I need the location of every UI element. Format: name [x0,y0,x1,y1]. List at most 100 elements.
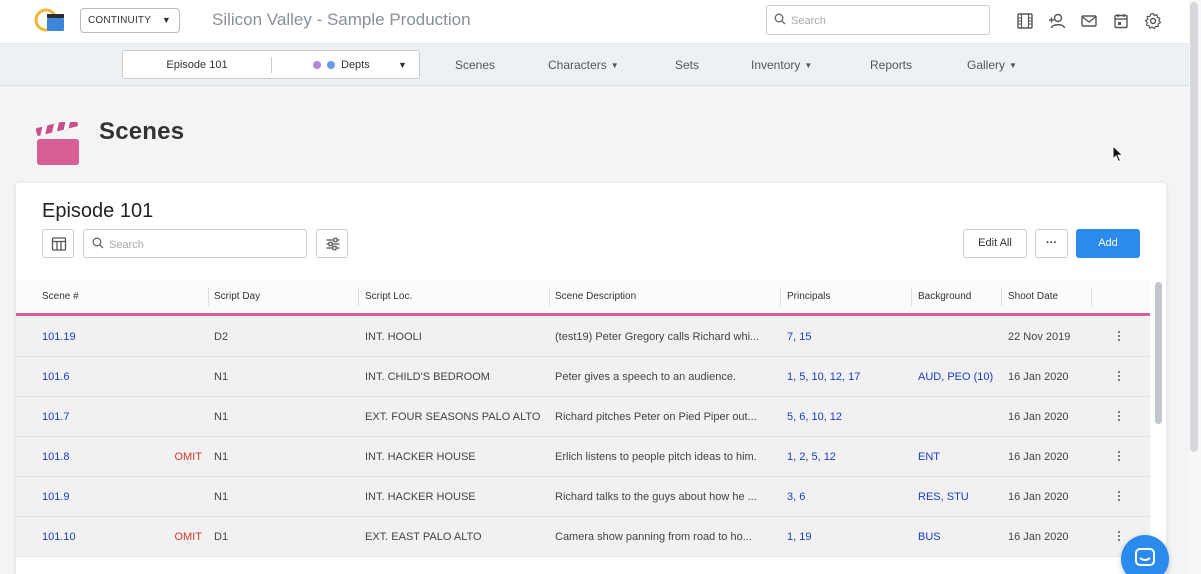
nav-scenes-label: Scenes [455,58,496,72]
table-row[interactable]: 101.8 OMIT N1 INT. HACKER HOUSE Erlich liste… [16,437,1150,477]
table-row[interactable]: 101.19 D2 INT. HOOLI (test19) Peter Gregory… [16,317,1150,357]
column-divider[interactable] [911,288,912,306]
cell-principals[interactable]: 1, 2, 5, 12 [787,451,907,463]
window-scroll-thumb[interactable] [1190,2,1198,452]
chevron-down-icon: ▼ [398,60,407,70]
dept-dot-icon [327,61,335,69]
cell-background[interactable]: RES, STU [918,491,998,503]
clapperboard-icon [35,122,79,165]
column-header-scene[interactable]: Scene # [42,291,79,302]
nav-characters-label: Characters [548,58,607,72]
cell-script-loc: INT. HACKER HOUSE [365,491,476,503]
table-scroll-thumb[interactable] [1155,282,1162,424]
nav-inventory-label: Inventory [751,58,801,72]
omit-badge: OMIT [174,531,203,543]
cell-scene-number[interactable]: 101.6 [42,371,172,383]
table-row[interactable]: 101.7 N1 EXT. FOUR SEASONS PALO ALTO Richar… [16,397,1150,437]
cell-description: Camera show panning from road to ho... [555,531,752,543]
cell-description: Peter gives a speech to an audience. [555,371,737,383]
column-header-background[interactable]: Background [918,291,971,302]
column-divider[interactable] [208,288,209,306]
nav-reports-label: Reports [870,58,913,72]
column-divider[interactable] [549,288,550,306]
column-divider[interactable] [1001,288,1002,306]
nav-scenes[interactable]: Scenes [455,58,495,72]
row-menu-icon[interactable] [1117,331,1121,345]
cell-principals[interactable]: 1, 19 [787,531,907,543]
cell-background[interactable]: BUS [918,531,998,543]
cell-description: Richard pitches Peter on Pied Piper out.… [555,411,757,423]
episode-dept-select[interactable]: Episode 101 Depts ▼ [122,50,420,79]
cell-background[interactable]: AUD, PEO (10) [918,371,998,383]
cell-scene-number[interactable]: 101.19 [42,331,172,343]
nav-inventory[interactable]: Inventory ▼ [751,58,812,72]
row-menu-icon[interactable] [1117,491,1121,505]
nav-characters[interactable]: Characters ▼ [548,58,619,72]
nav-reports[interactable]: Reports [870,58,912,72]
nav-sets-label: Sets [675,58,700,72]
mail-icon[interactable] [1080,12,1098,30]
cell-background[interactable]: ENT [918,451,998,463]
cell-principals[interactable]: 7, 15 [787,331,907,343]
table-search[interactable] [83,229,307,258]
cell-principals[interactable]: 1, 5, 10, 12, 17 [787,371,907,383]
cell-scene-number[interactable]: 101.8 [42,451,172,463]
top-bar: CONTINUITY ▼ Silicon Valley - Sample Pro… [0,0,1201,44]
gear-icon[interactable] [1144,12,1162,30]
nav-sets[interactable]: Sets [675,58,699,72]
cell-script-day: D1 [214,531,229,543]
depts-label: Depts [341,59,370,71]
table-row[interactable]: 101.6 N1 INT. CHILD'S BEDROOM Peter gives a… [16,357,1150,397]
cell-scene-number[interactable]: 101.7 [42,411,172,423]
cell-script-day: D2 [214,331,229,343]
table-row[interactable]: 101.9 N1 INT. HACKER HOUSE Richard talks to… [16,477,1150,517]
table-row[interactable]: 101.10 OMIT D1 EXT. EAST PALO ALTO Camera sh… [16,517,1150,557]
global-search-input[interactable] [791,12,981,30]
cell-shoot-date: 22 Nov 2019 [1008,331,1071,343]
app-logo-icon[interactable] [33,6,65,34]
column-divider[interactable] [358,288,359,306]
episode-select-label: Episode 101 [166,59,228,71]
cell-scene-number[interactable]: 101.10 [42,531,172,543]
nav-gallery[interactable]: Gallery ▼ [967,58,1017,72]
global-search[interactable] [766,5,990,35]
column-divider[interactable] [780,288,781,306]
column-header-principals[interactable]: Principals [787,291,830,302]
column-header-script-day[interactable]: Script Day [214,291,260,302]
filter-button[interactable] [316,229,348,258]
row-menu-icon[interactable] [1117,411,1121,425]
cell-shoot-date: 16 Jan 2020 [1008,411,1069,423]
columns-button[interactable] [42,229,74,258]
cell-script-loc: INT. CHILD'S BEDROOM [365,371,490,383]
card-title: Episode 101 [42,200,154,222]
row-menu-icon[interactable] [1117,531,1121,545]
cell-scene-number[interactable]: 101.9 [42,491,172,503]
column-divider[interactable] [1091,288,1092,306]
row-menu-icon[interactable] [1117,371,1121,385]
column-header-description[interactable]: Scene Description [555,291,636,302]
more-options-button[interactable]: ··· [1035,229,1068,258]
column-header-script-loc[interactable]: Script Loc. [365,291,412,302]
mouse-cursor-icon [1112,145,1124,163]
cell-shoot-date: 16 Jan 2020 [1008,371,1069,383]
column-header-shoot-date[interactable]: Shoot Date [1008,291,1058,302]
table-search-input[interactable] [109,236,299,254]
edit-all-button[interactable]: Edit All [963,229,1027,258]
cell-script-loc: EXT. EAST PALO ALTO [365,531,482,543]
module-select[interactable]: CONTINUITY ▼ [80,8,180,33]
cell-principals[interactable]: 3, 6 [787,491,907,503]
film-icon[interactable] [1016,12,1034,30]
row-menu-icon[interactable] [1117,451,1121,465]
search-icon [774,13,786,25]
module-select-label: CONTINUITY [88,15,152,26]
add-button[interactable]: Add [1076,229,1140,258]
chat-icon [1135,548,1155,566]
caret-down-icon: ▼ [804,61,813,70]
search-icon [92,237,104,249]
table-body: 101.19 D2 INT. HOOLI (test19) Peter Gregory… [16,317,1150,574]
cell-script-day: N1 [214,491,229,503]
calendar-icon[interactable] [1112,12,1130,30]
cell-principals[interactable]: 5, 6, 10, 12 [787,411,907,423]
add-user-icon[interactable] [1048,12,1066,30]
production-title: Silicon Valley - Sample Production [212,10,471,29]
